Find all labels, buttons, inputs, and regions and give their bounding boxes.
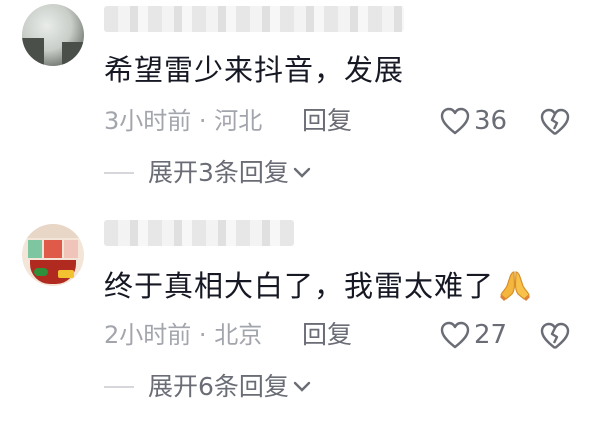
comment-location: 北京	[214, 321, 263, 349]
meta-separator: ·	[198, 107, 207, 135]
avatar[interactable]	[22, 224, 84, 286]
comment-text-content: 终于真相大白了，我雷太难了	[104, 269, 495, 303]
comment-location: 河北	[214, 107, 263, 135]
meta-separator: ·	[198, 321, 207, 349]
comment-meta: 3小时前 · 河北	[104, 106, 262, 136]
comment-item: 希望雷少来抖音，发展 3小时前 · 河北 回复 36 展开3条回复	[0, 0, 600, 216]
reply-button[interactable]: 回复	[302, 106, 352, 136]
heart-outline-icon	[440, 321, 470, 349]
chevron-down-icon	[293, 381, 311, 392]
comment-time: 2小时前	[104, 321, 192, 349]
comment-text: 终于真相大白了，我雷太难了	[104, 268, 532, 310]
expand-label: 展开3条回复	[148, 158, 289, 187]
broken-heart-icon	[540, 108, 570, 135]
like-count: 27	[474, 320, 508, 350]
divider-dash	[104, 172, 134, 174]
like-button[interactable]: 36	[440, 106, 507, 136]
divider-dash	[104, 386, 134, 388]
comment-text: 希望雷少来抖音，发展	[104, 53, 405, 87]
folded-hands-emoji	[498, 268, 532, 310]
chevron-down-icon	[293, 167, 311, 178]
comment-meta: 2小时前 · 北京	[104, 320, 262, 350]
heart-outline-icon	[440, 107, 470, 135]
expand-replies-button[interactable]: 展开6条回复	[104, 372, 311, 402]
dislike-button[interactable]	[540, 108, 570, 140]
avatar[interactable]	[22, 4, 84, 66]
like-button[interactable]: 27	[440, 320, 507, 350]
broken-heart-icon	[540, 322, 570, 349]
like-count: 36	[474, 106, 508, 136]
comment-time: 3小时前	[104, 107, 192, 135]
username-redacted[interactable]	[104, 220, 294, 246]
expand-label: 展开6条回复	[148, 372, 289, 401]
dislike-button[interactable]	[540, 322, 570, 354]
expand-replies-button[interactable]: 展开3条回复	[104, 158, 311, 188]
reply-button[interactable]: 回复	[302, 320, 352, 350]
comment-item: 终于真相大白了，我雷太难了 2小时前 · 北京 回复 27 展开6条回复	[0, 212, 600, 432]
username-redacted[interactable]	[104, 6, 404, 32]
